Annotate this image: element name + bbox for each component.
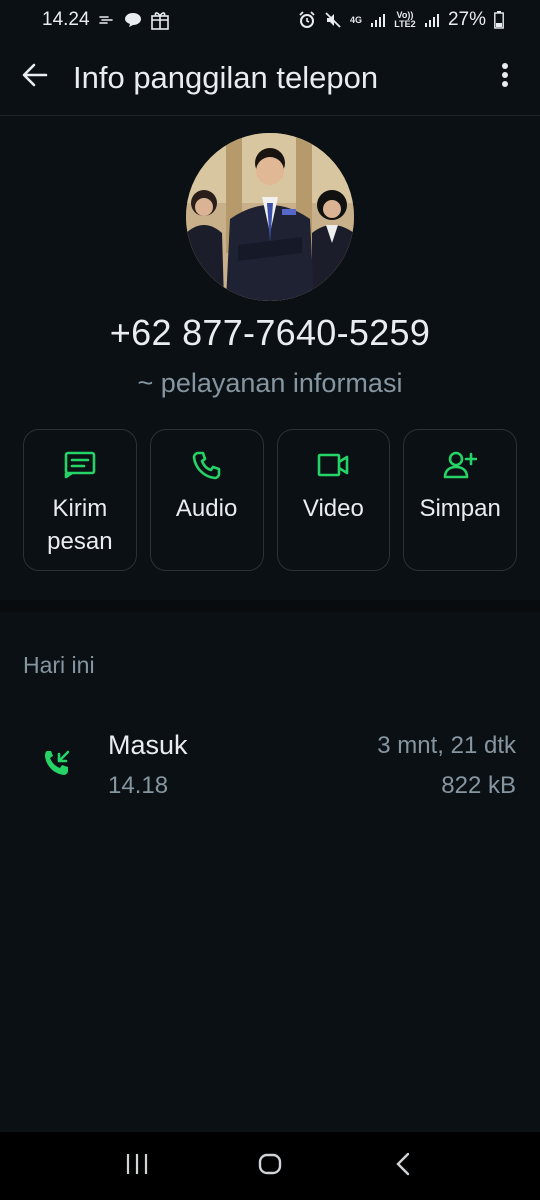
chat-bubble-icon [124,12,142,28]
audio-call-button[interactable]: Audio [149,429,264,571]
more-vert-icon [501,62,509,93]
contact-phone-number: +62 877-7640-5259 [109,312,431,353]
call-data-size: 822 kB [441,772,516,799]
status-right: 4G Vo)) LTE2 27% [298,9,504,31]
battery-icon [494,11,504,29]
action-label: Video [302,495,364,522]
wind-icon [98,13,116,27]
action-label: Simpan [419,495,501,522]
mute-icon [324,11,342,29]
back-nav-button[interactable] [378,1141,428,1191]
back-button[interactable] [18,61,52,95]
recent-apps-button[interactable] [112,1141,162,1191]
contact-display-name: ~ pelayanan informasi [137,368,403,398]
save-contact-button[interactable]: Simpan [403,429,517,571]
action-buttons: Kirim pesan Audio Video Simpan [23,429,517,571]
call-time: 14.18 [108,772,169,799]
send-message-button[interactable]: Kirim pesan [23,429,137,571]
call-duration: 3 mnt, 21 dtk [377,732,516,759]
more-options-button[interactable] [488,61,522,95]
history-section-title: Hari ini [23,652,95,678]
system-nav-bar [0,1132,540,1200]
video-call-button[interactable]: Video [276,429,391,571]
action-label: Kirim pesan [47,495,113,555]
network-type: 4G [349,14,362,25]
message-icon [64,448,96,482]
phone-icon [192,448,222,482]
page-title: Info panggilan telepon [73,59,379,95]
contact-profile: +62 877-7640-5259 ~ pelayanan informasi … [0,116,540,600]
recents-icon [125,1153,149,1180]
avatar[interactable] [186,133,354,301]
battery-percent: 27% [447,9,486,30]
signal-icon [424,13,440,27]
volte-label: Vo)) LTE2 [394,10,416,29]
arrow-back-icon [22,62,48,93]
call-direction: Masuk [108,730,188,760]
app-bar: Info panggilan telepon [0,40,540,116]
status-left: 14.24 [42,9,170,31]
chevron-left-icon [395,1152,411,1181]
status-time: 14.24 [42,9,90,30]
alarm-icon [298,11,316,29]
home-button[interactable] [245,1141,295,1191]
action-label: Audio [175,495,238,522]
signal-icon [370,13,386,27]
status-bar: 14.24 4G Vo)) LTE2 27% [0,0,540,40]
add-person-icon [443,448,478,482]
gift-icon [150,10,170,30]
section-divider [0,600,540,612]
video-icon [317,448,349,482]
incoming-call-icon [42,748,72,778]
call-history-item[interactable]: Masuk 14.18 3 mnt, 21 dtk 822 kB [0,722,540,812]
home-icon [258,1152,282,1181]
